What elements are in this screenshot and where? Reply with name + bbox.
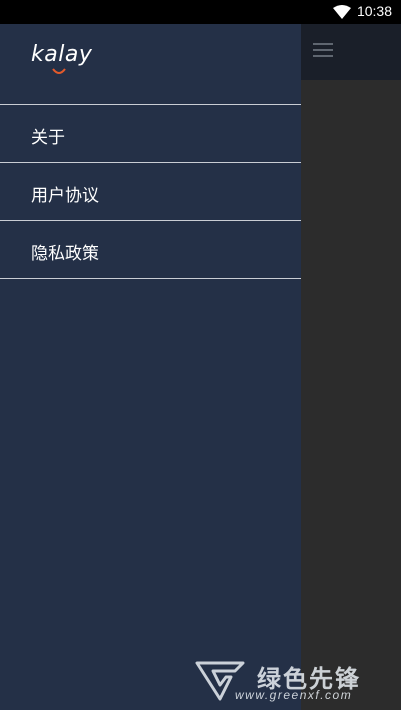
drawer-item-privacy-policy[interactable]: 隐私政策: [0, 221, 301, 279]
menu-icon[interactable]: [313, 43, 333, 59]
drawer-item-about[interactable]: 关于: [0, 105, 301, 163]
status-bar: 10:38: [0, 0, 401, 24]
drawer-header: kalay: [0, 24, 301, 105]
watermark-url: www.greenxf.com: [235, 688, 353, 702]
drawer-item-label: 关于: [31, 128, 65, 148]
drawer-item-label: 隐私政策: [31, 244, 99, 264]
logo-smile-icon: [52, 68, 66, 74]
status-time: 10:38: [356, 3, 392, 19]
wifi-icon: [333, 5, 351, 19]
watermark: 绿色先锋 www.greenxf.com: [195, 655, 401, 710]
navigation-drawer: kalay 关于 用户协议 隐私政策: [0, 24, 301, 710]
drawer-item-user-agreement[interactable]: 用户协议: [0, 163, 301, 221]
screen: 10:38 kalay 关于 用户协议 隐私政策 绿色先锋 www.greenx…: [0, 0, 401, 710]
kalay-logo: kalay: [31, 42, 93, 67]
drawer-item-label: 用户协议: [31, 186, 99, 206]
